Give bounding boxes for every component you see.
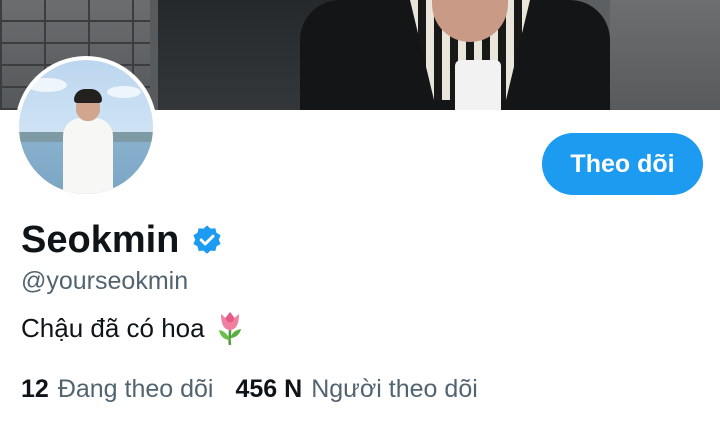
handle: @yourseokmin: [21, 267, 189, 295]
profile-stats: 12 Đang theo dõi 456 N Người theo dõi: [21, 372, 478, 406]
avatar-cloud: [27, 78, 67, 92]
bio: Chậu đã có hoa: [21, 310, 245, 346]
display-name: Seokmin: [21, 219, 180, 261]
tulip-icon: [215, 310, 245, 346]
following-stat[interactable]: 12 Đang theo dõi: [21, 372, 214, 406]
avatar-person-hair: [74, 89, 102, 103]
follow-button[interactable]: Theo dõi: [542, 133, 703, 195]
followers-label: Người theo dõi: [311, 375, 478, 403]
banner-wall: [610, 0, 720, 110]
avatar-cloud: [107, 86, 141, 98]
followers-stat[interactable]: 456 N Người theo dõi: [236, 372, 478, 406]
avatar-image: [19, 60, 153, 194]
avatar-person-body: [63, 118, 113, 194]
name-row: Seokmin: [21, 218, 223, 262]
bio-text: Chậu đã có hoa: [21, 313, 205, 343]
banner-shirt: [455, 60, 501, 110]
avatar[interactable]: [15, 56, 157, 198]
following-label: Đang theo dõi: [57, 375, 214, 403]
following-count: 12: [21, 375, 49, 403]
followers-count: 456 N: [235, 375, 303, 403]
verified-badge-icon[interactable]: [191, 224, 223, 256]
